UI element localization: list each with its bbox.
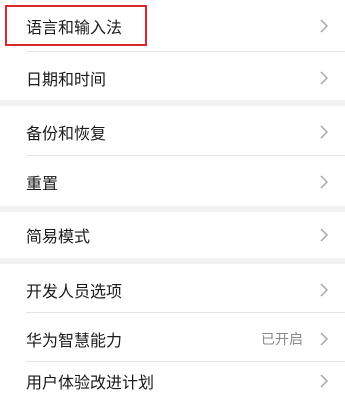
settings-item-developer-options[interactable]: 开发人员选项 xyxy=(0,264,345,316)
settings-item-label: 语言和输入法 xyxy=(26,18,123,37)
settings-item-label: 重置 xyxy=(26,174,59,193)
chevron-right-icon xyxy=(320,175,329,189)
chevron-right-icon xyxy=(320,125,329,139)
chevron-right-icon xyxy=(320,71,329,85)
settings-group-backup-reset: 备份和恢复 重置 xyxy=(0,106,345,206)
settings-item-label: 简易模式 xyxy=(26,227,91,246)
settings-item-label: 开发人员选项 xyxy=(26,282,123,301)
settings-item-label: 备份和恢复 xyxy=(26,124,107,143)
settings-item-ux-improvement[interactable]: 用户体验改进计划 xyxy=(0,362,345,400)
settings-item-date-time[interactable]: 日期和时间 xyxy=(0,52,345,104)
settings-item-backup-restore[interactable]: 备份和恢复 xyxy=(0,106,345,158)
settings-item-label: 华为智慧能力 xyxy=(26,331,123,350)
settings-item-simple-mode[interactable]: 简易模式 xyxy=(0,209,345,261)
chevron-right-icon xyxy=(320,332,329,346)
settings-group-developer: 开发人员选项 华为智慧能力 已开启 用户体验改进计划 xyxy=(0,264,345,400)
chevron-right-icon xyxy=(320,19,329,33)
chevron-right-icon xyxy=(320,283,329,297)
settings-item-status: 已开启 xyxy=(261,332,303,348)
settings-group-simple-mode: 简易模式 xyxy=(0,212,345,258)
settings-item-huawei-smart[interactable]: 华为智慧能力 已开启 xyxy=(0,313,345,365)
settings-group-language-time: 语言和输入法 日期和时间 xyxy=(0,0,345,100)
chevron-right-icon xyxy=(320,374,329,388)
settings-item-label: 用户体验改进计划 xyxy=(26,373,155,392)
settings-item-label: 日期和时间 xyxy=(26,70,107,89)
chevron-right-icon xyxy=(320,228,329,242)
settings-page: 语言和输入法 日期和时间 备份和恢复 重置 简易模式 开发人员选项 华为智慧能力… xyxy=(0,0,345,400)
settings-item-reset[interactable]: 重置 xyxy=(0,156,345,208)
settings-item-language-input[interactable]: 语言和输入法 xyxy=(0,0,345,52)
